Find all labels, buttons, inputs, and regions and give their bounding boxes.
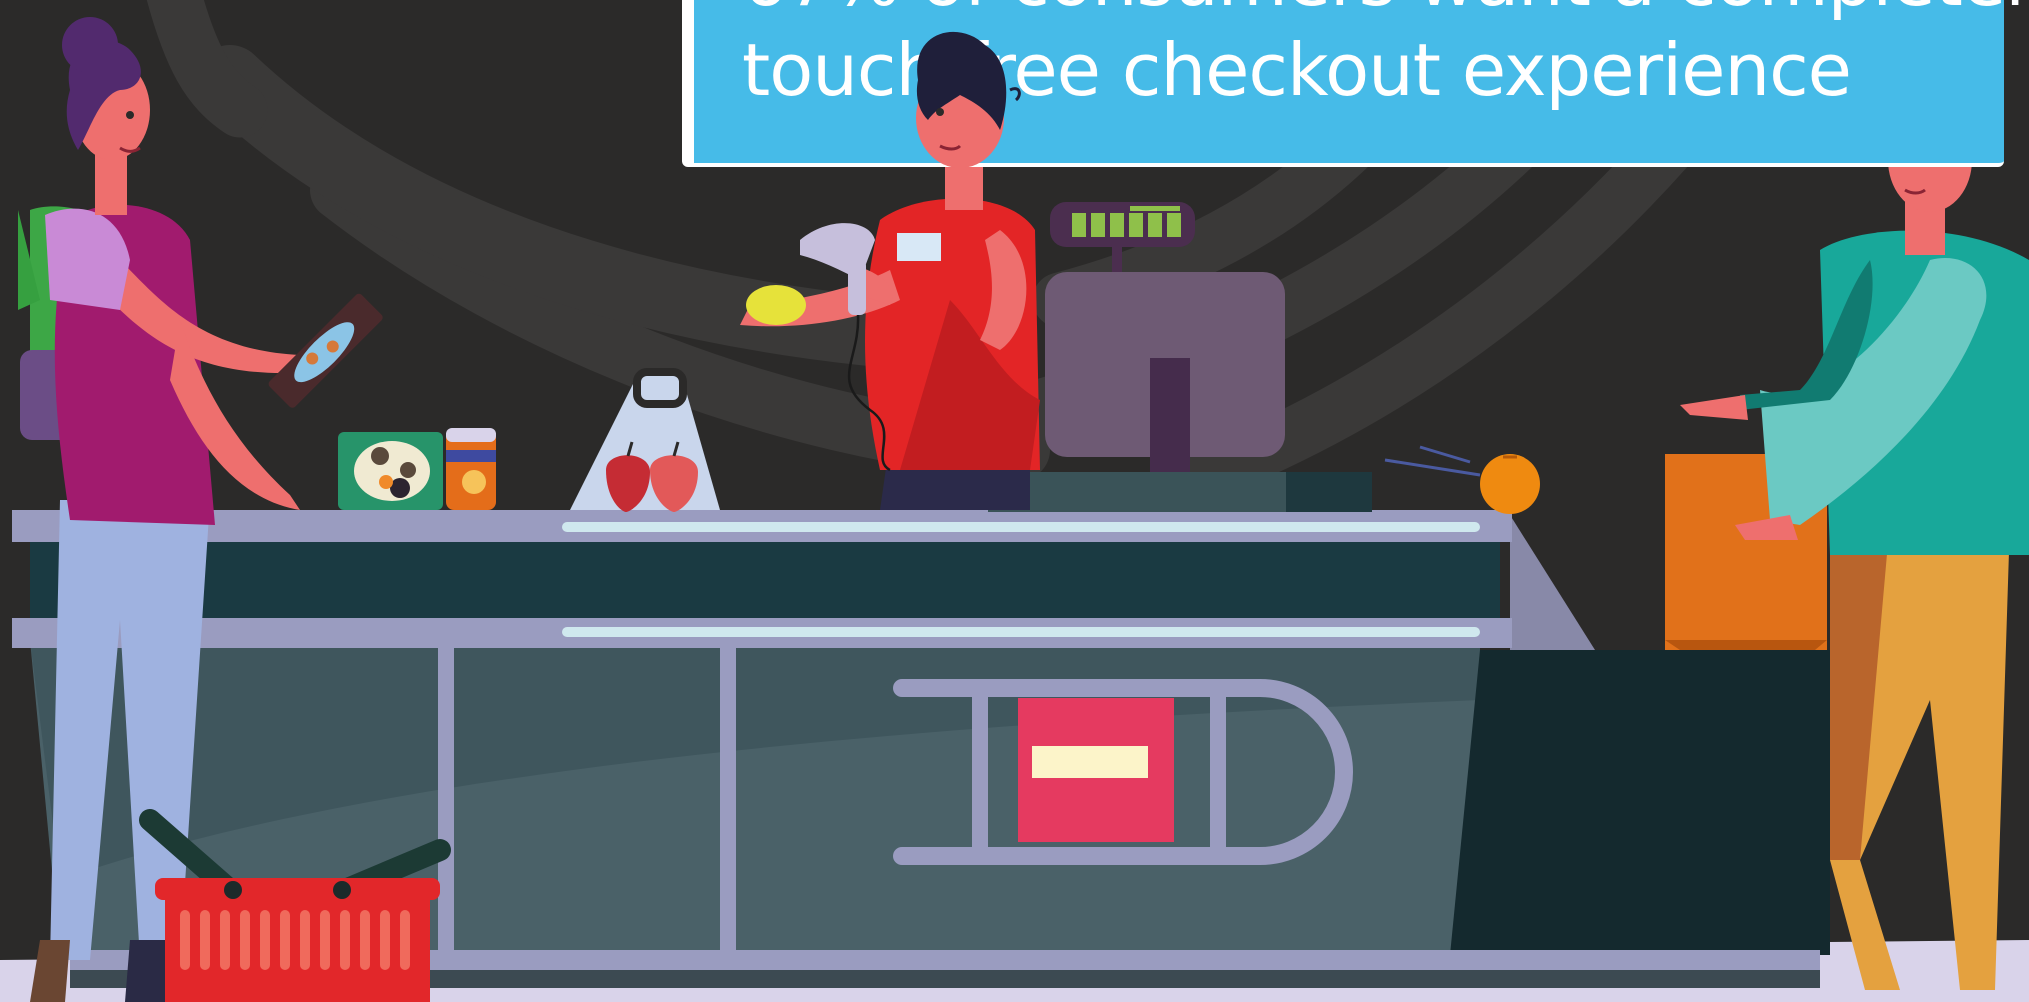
- conveyor-light-top: [562, 522, 1480, 532]
- headline-banner: 67% of consumers want a completely touch…: [682, 0, 2029, 167]
- counter-post: [438, 648, 454, 953]
- checkout-illustration: 67% of consumers want a completely touch…: [0, 0, 2029, 1002]
- lemon-fruit: [746, 285, 806, 325]
- headline-line-1: 67% of consumers want a completely: [742, 0, 2029, 20]
- conveyor-light-bottom: [562, 627, 1480, 637]
- headline-line-2: touch free checkout experience: [742, 28, 1852, 112]
- counter-post: [720, 648, 736, 953]
- counter-back: [30, 540, 1500, 620]
- snack-box: [338, 432, 443, 510]
- juice-can: [446, 428, 496, 510]
- closed-sign-bar: [1032, 746, 1148, 778]
- name-badge: [897, 233, 941, 261]
- bagging-area: [1450, 650, 1830, 955]
